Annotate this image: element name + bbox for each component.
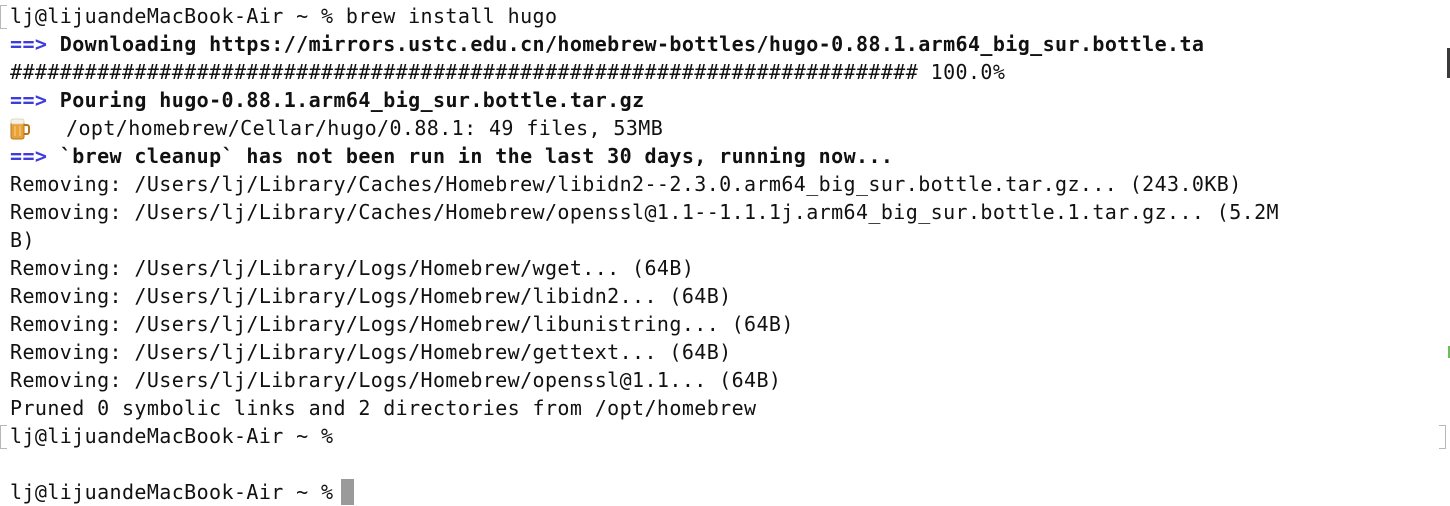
terminal-line-removing: Removing: /Users/lj/Library/Logs/Homebre… bbox=[10, 366, 781, 394]
arrow-marker: ==> bbox=[10, 88, 48, 112]
removing-text: Removing: /Users/lj/Library/Logs/Homebre… bbox=[10, 340, 732, 364]
text-cursor[interactable] bbox=[341, 479, 355, 505]
terminal-line-removing: Removing: /Users/lj/Library/Logs/Homebre… bbox=[10, 282, 732, 310]
terminal-window[interactable]: lj@lijuandeMacBook-Air ~ % brew install … bbox=[0, 0, 1450, 506]
terminal-line-pouring: ==> Pouring hugo-0.88.1.arm64_big_sur.bo… bbox=[10, 86, 645, 114]
downloading-text: Downloading https://mirrors.ustc.edu.cn/… bbox=[59, 32, 1205, 56]
arrow-marker: ==> bbox=[10, 144, 48, 168]
terminal-line-removing: Removing: /Users/lj/Library/Caches/Homeb… bbox=[10, 170, 1242, 198]
prompt-mark-left bbox=[0, 425, 7, 449]
arrow-marker: ==> bbox=[10, 32, 48, 56]
removing-text: Removing: /Users/lj/Library/Logs/Homebre… bbox=[10, 256, 695, 280]
removing-text: Removing: /Users/lj/Library/Caches/Homeb… bbox=[10, 172, 1242, 196]
removing-text: Removing: /Users/lj/Library/Logs/Homebre… bbox=[10, 312, 794, 336]
prompt-mark-right bbox=[1439, 425, 1446, 449]
prompt-text: lj@lijuandeMacBook-Air ~ % bbox=[10, 424, 334, 448]
terminal-line-cellar: /opt/homebrew/Cellar/hugo/0.88.1: 49 fil… bbox=[10, 114, 663, 142]
removing-text: Removing: /Users/lj/Library/Logs/Homebre… bbox=[10, 284, 732, 308]
terminal-line-wrap: B) bbox=[10, 226, 35, 254]
terminal-line-removing: Removing: /Users/lj/Library/Logs/Homebre… bbox=[10, 338, 732, 366]
terminal-line-command: lj@lijuandeMacBook-Air ~ % brew install … bbox=[10, 2, 557, 30]
beer-mug-icon bbox=[10, 116, 30, 140]
command-text: lj@lijuandeMacBook-Air ~ % brew install … bbox=[10, 4, 558, 28]
terminal-line-cleanup: ==> `brew cleanup` has not been run in t… bbox=[10, 142, 893, 170]
terminal-line-removing: Removing: /Users/lj/Library/Logs/Homebre… bbox=[10, 254, 694, 282]
progress-text: ########################################… bbox=[10, 60, 1006, 84]
terminal-line-removing: Removing: /Users/lj/Library/Logs/Homebre… bbox=[10, 310, 794, 338]
terminal-line-downloading: ==> Downloading https://mirrors.ustc.edu… bbox=[10, 30, 1204, 58]
cellar-text: /opt/homebrew/Cellar/hugo/0.88.1: 49 fil… bbox=[66, 116, 664, 140]
cleanup-text: `brew cleanup` has not been run in the l… bbox=[59, 144, 894, 168]
terminal-line-progress: ########################################… bbox=[10, 58, 1005, 86]
terminal-line-prompt: lj@lijuandeMacBook-Air ~ % bbox=[10, 422, 333, 450]
terminal-line-active-prompt[interactable]: lj@lijuandeMacBook-Air ~ % bbox=[10, 478, 355, 506]
terminal-line-removing: Removing: /Users/lj/Library/Caches/Homeb… bbox=[10, 198, 1279, 226]
prompt-mark-left bbox=[0, 5, 7, 29]
pouring-text: Pouring hugo-0.88.1.arm64_big_sur.bottle… bbox=[59, 88, 645, 112]
removing-text: Removing: /Users/lj/Library/Caches/Homeb… bbox=[10, 200, 1279, 224]
pruned-text: Pruned 0 symbolic links and 2 directorie… bbox=[10, 396, 757, 420]
removing-text-continued: B) bbox=[10, 228, 35, 252]
removing-text: Removing: /Users/lj/Library/Logs/Homebre… bbox=[10, 368, 782, 392]
active-prompt-text: lj@lijuandeMacBook-Air ~ % bbox=[10, 480, 334, 504]
terminal-line-pruned: Pruned 0 symbolic links and 2 directorie… bbox=[10, 394, 756, 422]
